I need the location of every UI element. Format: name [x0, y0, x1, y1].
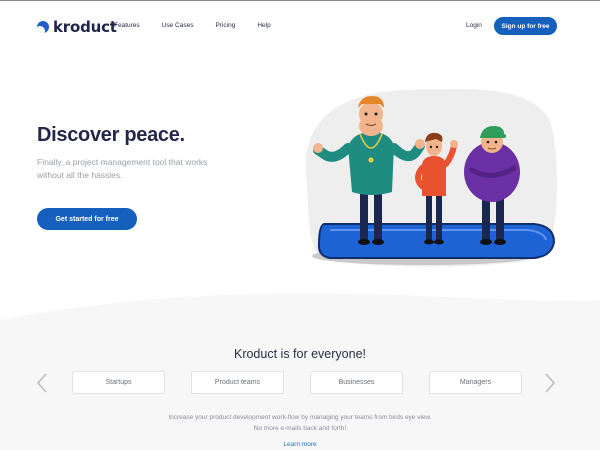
category-managers[interactable]: Managers	[429, 371, 522, 394]
logo[interactable]: kroduct	[37, 18, 117, 36]
nav-link-help[interactable]: Help	[257, 22, 270, 29]
nav-link-use-cases[interactable]: Use Cases	[162, 22, 194, 29]
hero-title: Discover peace.	[37, 124, 185, 146]
get-started-button[interactable]: Get started for free	[37, 208, 137, 230]
nav-link-pricing[interactable]: Pricing	[215, 22, 235, 29]
nav-links: Features Use Cases Pricing Help	[114, 22, 293, 29]
logo-icon	[37, 21, 49, 33]
category-list: Startups Product teams Businesses Manage…	[72, 371, 548, 394]
category-product-teams[interactable]: Product teams	[191, 371, 284, 394]
hero-subtitle: Finally, a project management tool that …	[37, 157, 208, 180]
description-line-1: Increase your product development work-f…	[168, 414, 432, 421]
signup-button[interactable]: Sign up for free	[494, 17, 557, 35]
learn-more-link[interactable]: Learn more	[0, 441, 600, 448]
login-link[interactable]: Login	[466, 22, 482, 29]
hero-illustration	[305, 88, 558, 267]
section-description: Increase your product development work-f…	[0, 412, 600, 434]
navbar: kroduct Features Use Cases Pricing Help …	[0, 1, 600, 49]
logo-text: kroduct	[53, 18, 117, 36]
description-line-2: No more e-mails back and forth!	[253, 425, 347, 432]
category-businesses[interactable]: Businesses	[310, 371, 403, 394]
chevron-right-icon[interactable]	[543, 372, 557, 394]
nav-link-features[interactable]: Features	[114, 22, 140, 29]
chevron-left-icon[interactable]	[35, 372, 49, 394]
category-startups[interactable]: Startups	[72, 371, 165, 394]
section-title: Kroduct is for everyone!	[233, 347, 366, 361]
